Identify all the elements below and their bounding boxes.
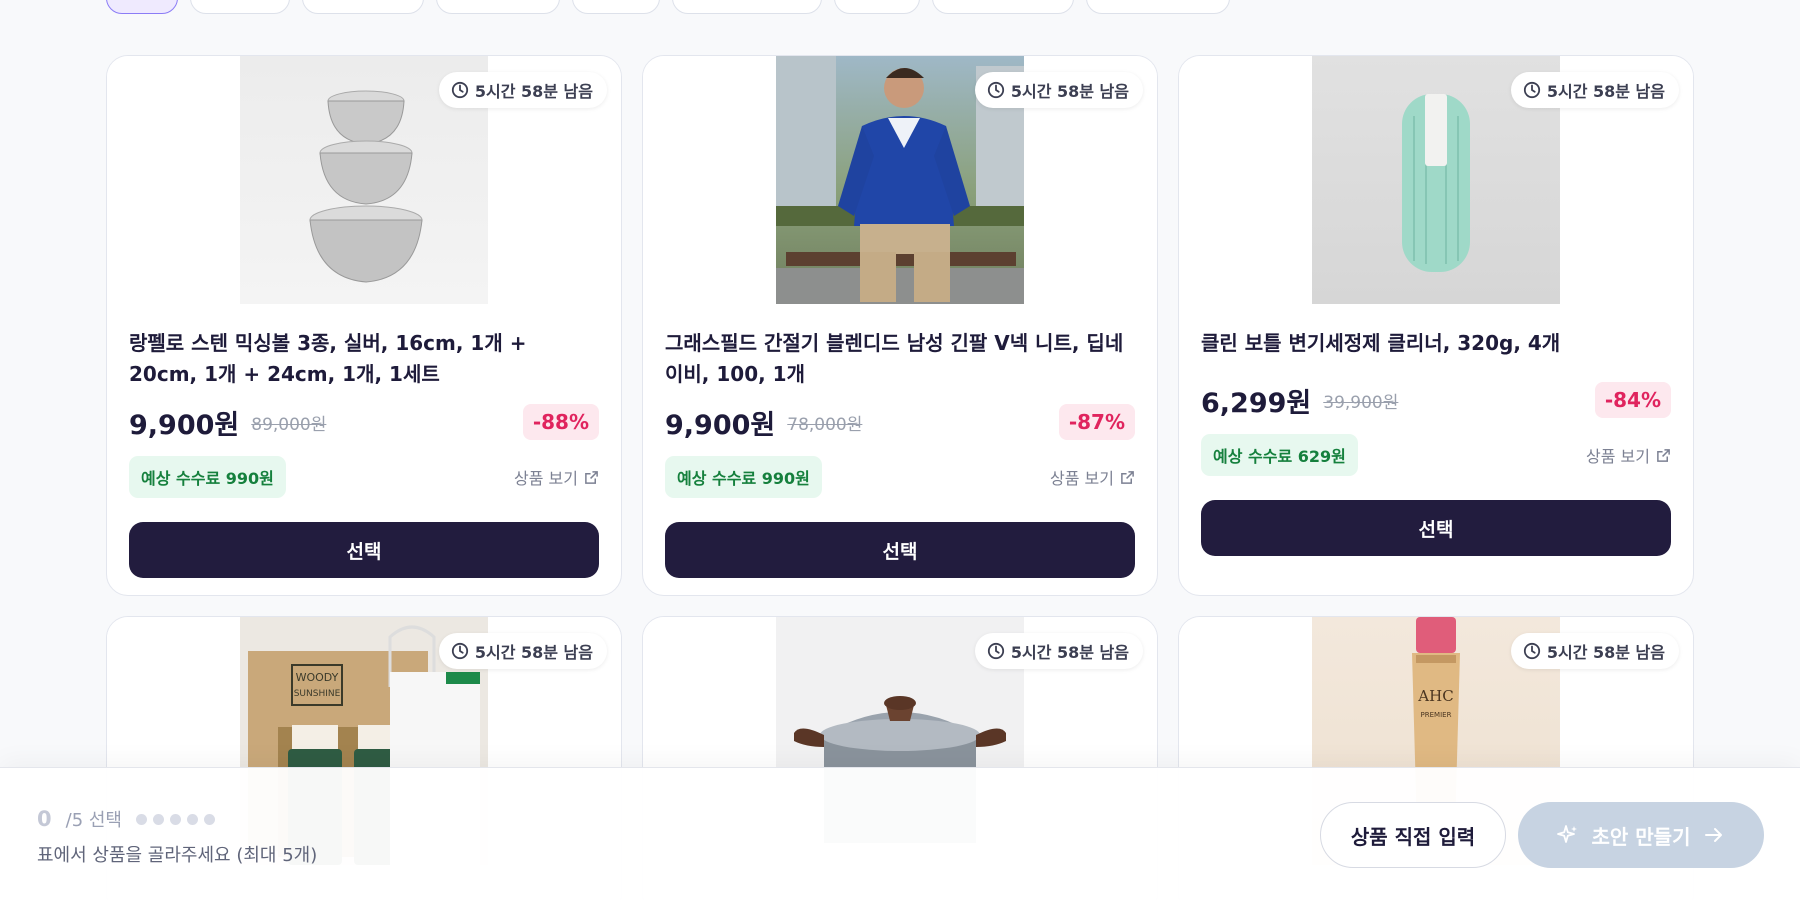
product-card: 5시간 58분 남음 그래스필드 간절기 블렌디드 남성 긴팔 V넥 니트, 딥…	[642, 55, 1158, 596]
sale-price: 6,299원	[1201, 387, 1312, 419]
filter-chip[interactable]	[190, 0, 290, 14]
create-draft-button[interactable]: 초안 만들기	[1518, 802, 1764, 868]
estimated-fee-badge: 예상 수수료 990원	[665, 456, 822, 498]
discount-badge: -84%	[1594, 382, 1671, 418]
filter-chip-row	[106, 0, 1230, 14]
product-image-area: 5시간 58분 남음	[643, 56, 1157, 304]
external-link-icon	[585, 470, 598, 484]
estimated-fee-badge: 예상 수수료 990원	[129, 456, 286, 498]
manual-entry-button[interactable]: 상품 직접 입력	[1320, 802, 1506, 868]
product-title: 랑펠로 스텐 믹싱볼 3종, 실버, 16cm, 1개 + 20cm, 1개 +…	[129, 331, 527, 386]
clock-icon	[451, 81, 468, 99]
selected-count: 0	[37, 807, 52, 831]
original-price: 78,000원	[787, 414, 863, 435]
select-button[interactable]: 선택	[665, 522, 1135, 578]
view-product-label: 상품 보기	[514, 469, 578, 488]
time-remaining-text: 5시간 58분 남음	[474, 82, 593, 101]
view-product-link[interactable]: 상품 보기	[1586, 443, 1671, 467]
sparkle-icon	[1556, 825, 1577, 843]
tube-logo-premier: PREMIER	[1421, 711, 1452, 719]
selection-dot	[186, 813, 198, 825]
selection-dots	[135, 813, 215, 825]
estimated-fee-badge: 예상 수수료 629원	[1201, 434, 1358, 476]
external-link-icon	[1657, 448, 1670, 462]
selection-bar: 0 /5 선택 표에서 상품을 골라주세요 (최대 5개) 상품 직접 입력 초…	[0, 767, 1800, 900]
clock-icon	[1523, 81, 1540, 99]
select-button[interactable]: 선택	[129, 522, 599, 578]
view-product-link[interactable]: 상품 보기	[514, 465, 599, 489]
selection-dot	[135, 813, 147, 825]
view-product-link[interactable]: 상품 보기	[1050, 465, 1135, 489]
clock-icon	[987, 81, 1004, 99]
product-image-area: 5시간 58분 남음	[107, 56, 621, 304]
arrow-right-icon	[1705, 828, 1723, 842]
box-logo-woody: WOODY	[296, 671, 339, 684]
view-product-label: 상품 보기	[1586, 447, 1650, 466]
filter-chip-active[interactable]	[106, 0, 178, 14]
selection-hint: 표에서 상품을 골라주세요 (최대 5개)	[37, 845, 318, 866]
filter-chip[interactable]	[834, 0, 920, 14]
selection-dot	[152, 813, 164, 825]
selection-dot	[169, 813, 181, 825]
filter-chip[interactable]	[672, 0, 822, 14]
selection-dot	[203, 813, 215, 825]
product-card: 5시간 58분 남음 클린 보틀 변기세정제 클리너, 320g, 4개 6,2…	[1178, 55, 1694, 596]
time-remaining-text: 5시간 58분 남음	[474, 643, 593, 662]
clock-icon	[987, 642, 1004, 660]
create-draft-label: 초안 만들기	[1591, 824, 1691, 849]
time-remaining-badge: 5시간 58분 남음	[974, 633, 1143, 669]
sale-price: 9,900원	[129, 409, 240, 441]
time-remaining-badge: 5시간 58분 남음	[1510, 633, 1679, 669]
clock-icon	[1523, 642, 1540, 660]
time-remaining-badge: 5시간 58분 남음	[974, 72, 1143, 108]
filter-chip[interactable]	[932, 0, 1074, 14]
clock-icon	[451, 642, 468, 660]
tube-logo-ahc: AHC	[1417, 687, 1453, 705]
filter-chip[interactable]	[1086, 0, 1230, 14]
time-remaining-badge: 5시간 58분 남음	[438, 633, 607, 669]
product-title: 그래스필드 간절기 블렌디드 남성 긴팔 V넥 니트, 딥네이비, 100, 1…	[665, 331, 1124, 386]
box-logo-sunshine: SUNSHINE	[294, 689, 341, 699]
sale-price: 9,900원	[665, 409, 776, 441]
original-price: 89,000원	[251, 414, 327, 435]
original-price: 39,900원	[1323, 392, 1399, 413]
product-card: 5시간 58분 남음 랑펠로 스텐 믹싱볼 3종, 실버, 16cm, 1개 +…	[106, 55, 622, 596]
select-button[interactable]: 선택	[1201, 500, 1671, 556]
discount-badge: -87%	[1058, 404, 1135, 440]
time-remaining-text: 5시간 58분 남음	[1546, 82, 1665, 101]
filter-chip[interactable]	[572, 0, 660, 14]
view-product-label: 상품 보기	[1050, 469, 1114, 488]
selection-counter: 0 /5 선택	[37, 806, 215, 832]
time-remaining-text: 5시간 58분 남음	[1010, 82, 1129, 101]
product-title: 클린 보틀 변기세정제 클리너, 320g, 4개	[1201, 331, 1561, 355]
external-link-icon	[1121, 470, 1134, 484]
selection-max: /5 선택	[65, 810, 122, 831]
discount-badge: -88%	[522, 404, 599, 440]
filter-chip[interactable]	[436, 0, 560, 14]
time-remaining-badge: 5시간 58분 남음	[438, 72, 607, 108]
time-remaining-badge: 5시간 58분 남음	[1510, 72, 1679, 108]
filter-chip[interactable]	[302, 0, 424, 14]
time-remaining-text: 5시간 58분 남음	[1010, 643, 1129, 662]
product-image-area: 5시간 58분 남음	[1179, 56, 1693, 304]
time-remaining-text: 5시간 58분 남음	[1546, 643, 1665, 662]
